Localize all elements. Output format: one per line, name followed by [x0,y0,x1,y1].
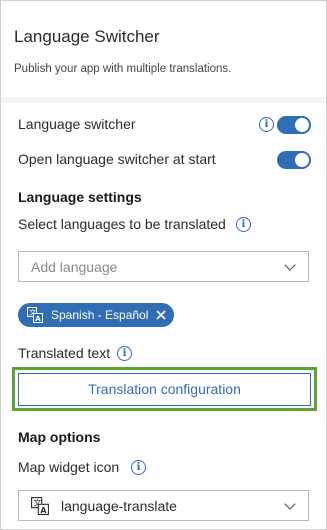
language-switcher-panel: Language Switcher Publish your app with … [0,0,327,530]
close-icon[interactable] [152,306,170,324]
language-switcher-toggle[interactable] [277,116,311,134]
select-languages-label: Select languages to be translated [18,216,226,232]
translated-text-label: Translated text [18,345,111,361]
toggle-knob [295,118,309,132]
map-widget-icon-select[interactable]: 文 A language-translate [18,490,309,521]
toggle-knob [295,153,309,167]
info-icon[interactable]: i [131,460,146,475]
chevron-down-icon [284,259,296,271]
translation-configuration-button[interactable]: Translation configuration [18,373,311,406]
map-options-title: Map options [18,429,101,445]
add-language-select[interactable]: Add language [18,251,309,282]
translate-icon: 文 A [27,307,43,323]
language-settings-title: Language settings [18,189,142,205]
map-widget-icon-label: Map widget icon [18,459,120,475]
settings-panel: Language switcher i Open language switch… [1,103,326,529]
svg-text:A: A [40,506,47,515]
panel-header: Language Switcher Publish your app with … [1,1,326,98]
info-icon[interactable]: i [236,217,251,232]
language-switcher-label: Language switcher [18,116,136,132]
open-at-start-toggle[interactable] [277,151,311,169]
open-at-start-label: Open language switcher at start [18,151,216,167]
language-translate-icon: 文 A [31,497,49,515]
page-title: Language Switcher [14,27,160,46]
language-chip[interactable]: 文 A Spanish - Español [18,303,174,327]
svg-text:A: A [35,315,41,323]
info-icon[interactable]: i [117,346,132,361]
map-widget-icon-value: language-translate [61,498,177,514]
chevron-down-icon [284,498,296,510]
info-icon[interactable]: i [259,117,274,132]
page-subtitle: Publish your app with multiple translati… [14,63,232,75]
add-language-placeholder: Add language [31,259,118,275]
chip-label: Spanish - Español [51,308,149,322]
